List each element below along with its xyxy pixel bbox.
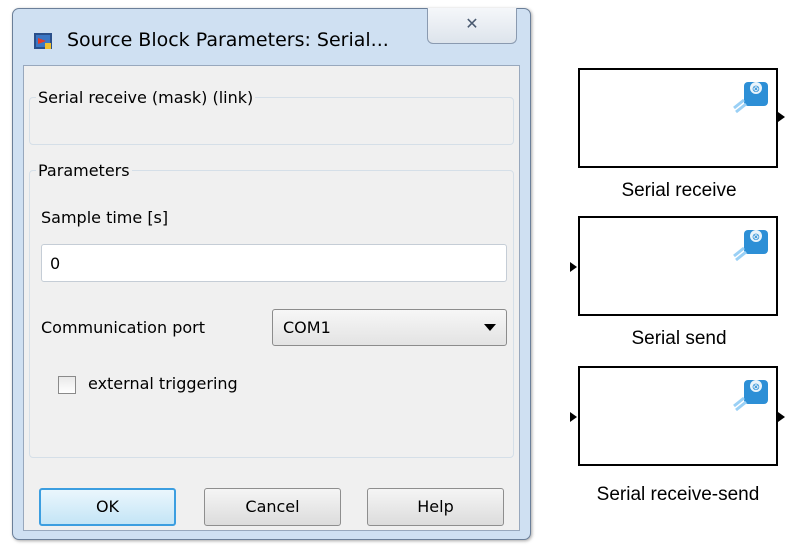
dialog-title: Source Block Parameters: Serial... (67, 29, 389, 51)
svg-text:⊗: ⊗ (752, 84, 760, 95)
ok-button[interactable]: OK (39, 488, 176, 526)
serial-receive-outport[interactable] (778, 112, 785, 122)
help-button[interactable]: Help (367, 488, 504, 526)
svg-text:⊗: ⊗ (752, 382, 760, 393)
serial-receive-send-label: Serial receive-send (596, 484, 760, 505)
serial-receive-send-inport[interactable] (570, 412, 577, 422)
chevron-down-icon (484, 324, 496, 331)
svg-text:⊗: ⊗ (752, 232, 760, 243)
serial-port-icon: ⊗ (733, 82, 768, 114)
description-legend: Serial receive (mask) (link) (36, 88, 256, 107)
simulink-block-icon (34, 33, 52, 49)
sample-time-value: 0 (50, 254, 61, 273)
external-triggering-label[interactable]: external triggering (88, 374, 238, 393)
serial-send-label: Serial send (631, 328, 727, 349)
description-group: Serial receive (mask) (link) (29, 88, 514, 145)
serial-receive-label: Serial receive (621, 180, 737, 201)
serial-port-icon: ⊗ (733, 230, 768, 262)
block-parameters-dialog: Source Block Parameters: Serial... ✕ Ser… (12, 8, 531, 540)
external-triggering-checkbox[interactable] (58, 376, 76, 394)
serial-receive-send-outport[interactable] (778, 412, 785, 422)
close-button[interactable]: ✕ (427, 8, 517, 44)
sample-time-input[interactable]: 0 (41, 244, 507, 282)
sample-time-label: Sample time [s] (41, 208, 169, 227)
serial-send-inport[interactable] (570, 262, 577, 272)
serial-receive-send-block[interactable]: ⊗ (578, 366, 778, 466)
communication-port-value: COM1 (283, 318, 331, 337)
communication-port-label: Communication port (41, 318, 205, 337)
serial-port-icon: ⊗ (733, 380, 768, 412)
title-bar[interactable]: Source Block Parameters: Serial... ✕ (13, 8, 530, 69)
dialog-client-area: Serial receive (mask) (link) Parameters … (23, 65, 520, 531)
cancel-button[interactable]: Cancel (204, 488, 341, 526)
close-icon: ✕ (465, 14, 479, 33)
serial-send-block[interactable]: ⊗ (578, 216, 778, 316)
parameters-legend: Parameters (36, 161, 132, 180)
serial-receive-block[interactable]: ⊗ (578, 68, 778, 168)
communication-port-select[interactable]: COM1 (272, 309, 507, 346)
